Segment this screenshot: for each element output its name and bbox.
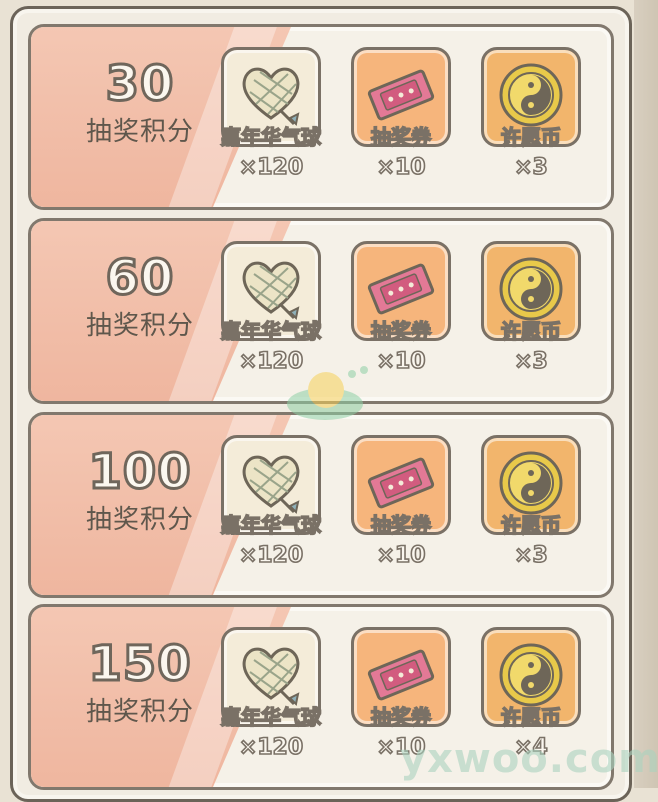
lottery-ticket-icon (367, 649, 435, 701)
reward-item-balloon[interactable]: 嘉年华气球 ×120 (219, 627, 323, 761)
reward-quantity: ×10 (376, 542, 427, 569)
reward-item-ticket[interactable]: 抽奖券 ×10 (349, 627, 453, 761)
reward-name: 许愿币 (500, 704, 562, 730)
reward-item-balloon[interactable]: 嘉年华气球 ×120 (219, 47, 323, 181)
reward-quantity: ×10 (376, 348, 427, 375)
reward-item-balloon[interactable]: 嘉年华气球 ×120 (219, 435, 323, 569)
points-threshold: 30 (104, 56, 175, 113)
reward-name: 许愿币 (500, 512, 562, 538)
lottery-ticket-icon (367, 457, 435, 509)
reward-item-coin[interactable]: 许愿币 ×3 (479, 435, 583, 569)
reward-name: 嘉年华气球 (220, 704, 322, 730)
reward-item-balloon[interactable]: 嘉年华气球 ×120 (219, 241, 323, 375)
reward-name: 抽奖券 (370, 124, 432, 150)
reward-item-ticket[interactable]: 抽奖券 ×10 (349, 241, 453, 375)
reward-name: 抽奖券 (370, 704, 432, 730)
points-block: 30 抽奖积分 (55, 56, 225, 148)
reward-tier-row: 150 抽奖积分 嘉年华气球 ×120 抽奖券 ×10 许愿币 ×4 (28, 604, 614, 790)
reward-quantity: ×120 (238, 154, 304, 181)
side-strip (634, 0, 658, 788)
reward-name: 嘉年华气球 (220, 318, 322, 344)
points-block: 150 抽奖积分 (55, 636, 225, 728)
reward-quantity: ×10 (376, 734, 427, 761)
wish-coin-icon (499, 451, 563, 515)
reward-name: 许愿币 (500, 124, 562, 150)
points-threshold: 60 (104, 250, 175, 307)
points-label: 抽奖积分 (85, 505, 194, 535)
reward-quantity: ×3 (513, 154, 548, 181)
points-threshold: 100 (87, 444, 192, 501)
wish-coin-icon (499, 257, 563, 321)
heart-balloon-icon (242, 647, 300, 707)
reward-quantity: ×10 (376, 154, 427, 181)
points-block: 100 抽奖积分 (55, 444, 225, 536)
reward-quantity: ×120 (238, 348, 304, 375)
reward-item-coin[interactable]: 许愿币 ×3 (479, 241, 583, 375)
lottery-ticket-icon (367, 69, 435, 121)
lottery-ticket-icon (367, 263, 435, 315)
reward-quantity: ×120 (238, 542, 304, 569)
points-label: 抽奖积分 (85, 697, 194, 727)
reward-item-ticket[interactable]: 抽奖券 ×10 (349, 47, 453, 181)
reward-name: 嘉年华气球 (220, 512, 322, 538)
reward-item-coin[interactable]: 许愿币 ×4 (479, 627, 583, 761)
reward-name: 抽奖券 (370, 318, 432, 344)
heart-balloon-icon (242, 67, 300, 127)
reward-name: 许愿币 (500, 318, 562, 344)
points-label: 抽奖积分 (85, 311, 194, 341)
reward-tier-row: 100 抽奖积分 嘉年华气球 ×120 抽奖券 ×10 许愿币 ×3 (28, 412, 614, 598)
reward-tier-row: 30 抽奖积分 嘉年华气球 ×120 抽奖券 ×10 许愿币 ×3 (28, 24, 614, 210)
heart-balloon-icon (242, 261, 300, 321)
points-threshold: 150 (87, 636, 192, 693)
reward-quantity: ×3 (513, 348, 548, 375)
heart-balloon-icon (242, 455, 300, 515)
wish-coin-icon (499, 643, 563, 707)
points-block: 60 抽奖积分 (55, 250, 225, 342)
reward-quantity: ×120 (238, 734, 304, 761)
reward-quantity: ×4 (513, 734, 548, 761)
points-label: 抽奖积分 (85, 117, 194, 147)
reward-item-ticket[interactable]: 抽奖券 ×10 (349, 435, 453, 569)
reward-quantity: ×3 (513, 542, 548, 569)
reward-name: 嘉年华气球 (220, 124, 322, 150)
reward-name: 抽奖券 (370, 512, 432, 538)
wish-coin-icon (499, 63, 563, 127)
reward-tier-row: 60 抽奖积分 嘉年华气球 ×120 抽奖券 ×10 许愿币 ×3 (28, 218, 614, 404)
reward-item-coin[interactable]: 许愿币 ×3 (479, 47, 583, 181)
